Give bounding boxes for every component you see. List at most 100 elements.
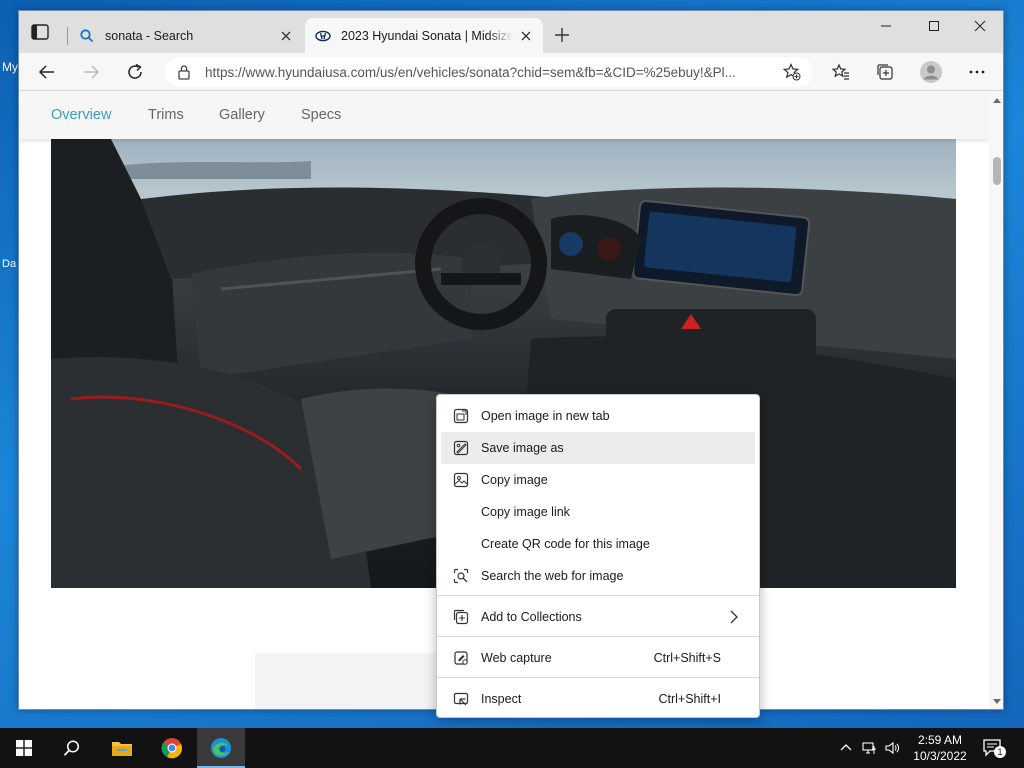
- back-icon: [38, 65, 54, 79]
- subnav-overview[interactable]: Overview: [51, 107, 111, 123]
- image-context-menu: Open image in new tab Save image as Copy…: [436, 394, 760, 718]
- taskbar-edge[interactable]: [197, 728, 245, 768]
- start-icon: [16, 740, 32, 756]
- scroll-thumb[interactable]: [993, 157, 1001, 185]
- forward-button[interactable]: [79, 60, 103, 84]
- menu-item-create-qr-code[interactable]: Create QR code for this image: [441, 528, 755, 560]
- menu-item-save-image-as[interactable]: Save image as: [441, 432, 755, 464]
- web-capture-icon: [454, 651, 468, 665]
- tab-search[interactable]: sonata - Search: [69, 18, 303, 53]
- add-favorite-icon[interactable]: [783, 63, 801, 81]
- url-text[interactable]: https://www.hyundaiusa.com/us/en/vehicle…: [205, 65, 775, 80]
- address-bar[interactable]: https://www.hyundaiusa.com/us/en/vehicle…: [165, 57, 813, 87]
- menu-item-label: Search the web for image: [481, 569, 624, 583]
- maximize-icon: [929, 21, 939, 31]
- refresh-icon: [128, 63, 142, 79]
- tab-title: 2023 Hyundai Sonata | Midsize Sedan: [341, 28, 513, 43]
- close-window-button[interactable]: [957, 11, 1003, 41]
- volume-icon[interactable]: [884, 740, 900, 756]
- menu-item-label: Copy image link: [481, 505, 570, 519]
- chrome-icon: [161, 738, 182, 759]
- forward-icon: [84, 65, 100, 79]
- tab-hyundai[interactable]: 2023 Hyundai Sonata | Midsize Sedan: [305, 18, 543, 53]
- start-button[interactable]: [0, 728, 48, 768]
- tab-actions-icon[interactable]: [31, 24, 49, 40]
- content-placeholder: [255, 653, 455, 709]
- tab-title: sonata - Search: [105, 28, 194, 43]
- action-center-button[interactable]: 1: [982, 738, 1006, 758]
- collections-icon: [453, 609, 469, 625]
- taskbar-search-button[interactable]: [48, 728, 96, 768]
- vehicle-subnav: Overview Trims Gallery Specs: [19, 91, 989, 139]
- chevron-right-icon: [730, 610, 738, 624]
- notification-badge: 1: [994, 746, 1006, 758]
- show-hidden-icons-icon[interactable]: [838, 740, 854, 756]
- file-explorer-icon: [112, 742, 132, 756]
- close-icon: [974, 20, 986, 32]
- subnav-gallery[interactable]: Gallery: [219, 107, 265, 123]
- save-image-icon: [453, 440, 469, 456]
- new-tab-icon[interactable]: [552, 25, 572, 45]
- menu-item-web-capture[interactable]: Web capture Ctrl+Shift+S: [441, 642, 755, 674]
- menu-item-search-web-for-image[interactable]: Search the web for image: [441, 560, 755, 592]
- favorites-button[interactable]: [829, 60, 853, 84]
- clock-time: 2:59 AM: [917, 733, 963, 747]
- menu-separator: [437, 595, 759, 596]
- menu-item-open-image-new-tab[interactable]: Open image in new tab: [441, 400, 755, 432]
- search-icon: [63, 740, 80, 756]
- menu-item-shortcut: Ctrl+Shift+S: [653, 651, 721, 665]
- menu-item-label: Copy image: [481, 473, 548, 487]
- back-button[interactable]: [35, 60, 59, 84]
- copy-image-icon: [453, 472, 469, 488]
- inspect-icon: [453, 692, 469, 706]
- menu-item-inspect[interactable]: Inspect Ctrl+Shift+I: [441, 683, 755, 715]
- page-scrollbar[interactable]: [989, 91, 1003, 709]
- menu-item-label: Add to Collections: [481, 610, 582, 624]
- menu-item-label: Create QR code for this image: [481, 537, 650, 551]
- menu-separator: [437, 636, 759, 637]
- menu-item-label: Open image in new tab: [481, 409, 610, 423]
- subnav-trims[interactable]: Trims: [148, 107, 184, 123]
- taskbar-chrome[interactable]: [148, 728, 196, 768]
- title-bar: sonata - Search 2023 Hyundai Sonata | Mi…: [19, 11, 1003, 53]
- scroll-down-icon[interactable]: [993, 697, 1001, 705]
- browser-toolbar: https://www.hyundaiusa.com/us/en/vehicle…: [19, 53, 1003, 91]
- menu-item-label: Save image as: [481, 441, 564, 455]
- minimize-button[interactable]: [863, 11, 909, 41]
- profile-icon: [920, 61, 942, 83]
- menu-item-label: Web capture: [481, 651, 552, 665]
- close-tab-icon[interactable]: [519, 29, 533, 43]
- taskbar-file-explorer[interactable]: [98, 728, 146, 768]
- profile-button[interactable]: [919, 60, 943, 84]
- visual-search-icon: [453, 568, 469, 584]
- more-button[interactable]: [965, 60, 989, 84]
- refresh-button[interactable]: [123, 60, 147, 84]
- menu-separator: [437, 677, 759, 678]
- maximize-button[interactable]: [911, 11, 957, 41]
- hyundai-logo-icon: [315, 30, 331, 41]
- taskbar-clock[interactable]: 2:59 AM 10/3/2022: [908, 732, 972, 764]
- search-icon: [80, 28, 94, 42]
- favorites-icon: [832, 63, 849, 80]
- more-icon: [969, 70, 985, 74]
- open-new-tab-icon: [453, 408, 469, 424]
- edge-icon: [211, 738, 231, 758]
- taskbar: 2:59 AM 10/3/2022 1: [0, 728, 1024, 768]
- clock-date: 10/3/2022: [913, 749, 967, 763]
- collections-icon: [877, 64, 893, 80]
- scroll-up-icon[interactable]: [993, 97, 1001, 105]
- close-tab-icon[interactable]: [279, 29, 293, 43]
- collections-button[interactable]: [873, 60, 897, 84]
- network-icon[interactable]: [862, 740, 878, 756]
- tab-separator: [67, 27, 68, 45]
- subnav-specs[interactable]: Specs: [301, 107, 341, 123]
- menu-item-add-to-collections[interactable]: Add to Collections: [441, 601, 755, 633]
- menu-item-shortcut: Ctrl+Shift+I: [658, 692, 721, 706]
- minimize-icon: [881, 25, 891, 27]
- lock-icon[interactable]: [177, 64, 191, 80]
- menu-item-copy-image[interactable]: Copy image: [441, 464, 755, 496]
- desktop-icon-label[interactable]: My: [2, 60, 18, 74]
- menu-item-label: Inspect: [481, 692, 522, 706]
- desktop-icon-label[interactable]: Da: [2, 258, 16, 270]
- menu-item-copy-image-link[interactable]: Copy image link: [441, 496, 755, 528]
